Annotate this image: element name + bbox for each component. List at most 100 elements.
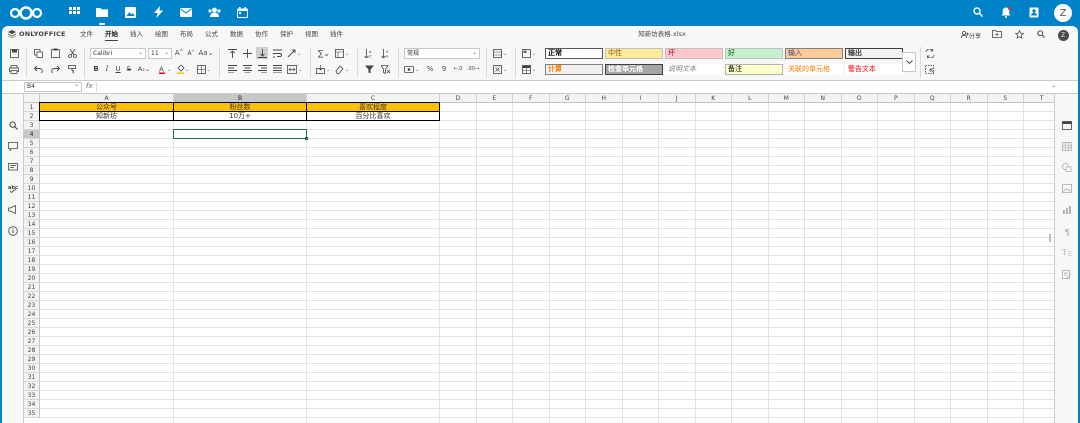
row-header[interactable]: 16 [24,238,40,247]
row-header[interactable]: 25 [24,319,40,328]
app-photos[interactable] [116,0,144,26]
fill-color-button[interactable]: ⌄ [176,63,192,75]
copy-button[interactable] [32,47,44,59]
column-header[interactable]: I [622,94,659,103]
paste-button[interactable] [49,47,61,59]
cell-style-item[interactable]: 警告文本 [845,64,903,75]
align-middle-button[interactable] [241,47,253,59]
column-header[interactable]: O [841,94,878,103]
ribbon-tab[interactable]: 文件 [74,26,99,44]
row-header[interactable]: 10 [24,184,40,193]
row-header[interactable]: 14 [24,220,40,229]
row-header[interactable]: 34 [24,400,40,409]
autosum-button[interactable]: ∑⌄ [316,47,332,59]
cell-style-item[interactable]: 输入 [785,48,843,59]
favorite-button[interactable] [1008,26,1030,44]
cell-style-item[interactable]: 中性 [605,48,663,59]
column-header[interactable]: J [659,94,696,103]
column-header[interactable]: K [695,94,732,103]
row-header[interactable]: 27 [24,337,40,346]
cell-style-item[interactable]: 好 [725,48,783,59]
font-size-combo[interactable]: 11 [148,48,172,59]
cell-style-item[interactable]: 坏 [665,48,723,59]
row-header[interactable]: 30 [24,364,40,373]
decrease-decimal-button[interactable]: ←.0 [452,63,464,75]
cell-style-item[interactable]: 正常 [545,48,603,59]
ribbon-tab[interactable]: 视图 [299,26,324,44]
align-left-button[interactable] [226,63,238,75]
decrease-font-button[interactable]: A˅ [185,47,197,59]
row-header[interactable]: 24 [24,310,40,319]
column-header[interactable]: F [513,94,550,103]
save-button[interactable] [8,47,20,59]
percent-button[interactable]: % [424,63,436,75]
row-header[interactable]: 21 [24,283,40,292]
cell-style-item[interactable]: 说明文本 [665,64,723,75]
ribbon-tab[interactable]: 公式 [199,26,224,44]
clear-filter-button[interactable] [380,63,392,75]
row-header[interactable]: 8 [24,166,40,175]
text-orientation-button[interactable]: ⌄ [286,47,304,59]
cell-style-item[interactable]: 关联的单元格 [785,64,843,75]
ribbon-tab[interactable]: 开始 [99,26,124,44]
app-contacts[interactable] [200,0,228,26]
align-bottom-button[interactable] [256,47,268,59]
shape-settings-button[interactable] [1061,162,1073,174]
insert-function-button[interactable]: fx [86,82,93,90]
named-ranges-button[interactable]: ⌄ [334,47,352,59]
undo-button[interactable] [32,63,44,75]
subscript-button[interactable]: A₂⌄ [136,63,152,75]
cell-settings-button[interactable] [1061,120,1073,132]
select-all-button[interactable] [924,63,936,75]
replace-button[interactable] [924,47,936,59]
row-header[interactable]: 13 [24,211,40,220]
about-panel-button[interactable] [7,226,19,238]
contacts-menu-button[interactable] [1020,0,1048,26]
cell-style-item[interactable]: 备注 [725,64,783,75]
signature-settings-button[interactable] [1061,269,1073,281]
notifications-button[interactable] [992,0,1020,26]
row-header[interactable]: 33 [24,391,40,400]
format-as-table-button[interactable]: ⌄ [521,63,539,75]
row-header[interactable]: 1 [24,103,40,112]
font-name-combo[interactable]: Calibri [90,48,146,59]
ribbon-tab[interactable]: 布局 [174,26,199,44]
row-header[interactable]: 26 [24,328,40,337]
image-settings-button[interactable] [1061,183,1073,195]
row-header[interactable]: 5 [24,139,40,148]
app-files[interactable] [88,0,116,26]
row-header[interactable]: 15 [24,229,40,238]
chart-settings-button[interactable] [1061,204,1073,216]
editor-user-avatar[interactable]: Z [1052,26,1074,44]
row-header[interactable]: 32 [24,382,40,391]
cut-button[interactable] [66,47,78,59]
row-header[interactable]: 20 [24,274,40,283]
conditional-formatting-button[interactable]: ⌄ [521,47,539,59]
row-header[interactable]: 17 [24,247,40,256]
fill-button[interactable]: ⌄ [316,63,332,75]
user-avatar[interactable]: Z [1054,4,1072,22]
row-header[interactable]: 2 [24,112,40,121]
column-header[interactable]: G [549,94,586,103]
nextcloud-logo[interactable] [8,5,44,21]
copy-style-button[interactable] [66,63,78,75]
borders-button[interactable]: ⌄ [196,63,212,75]
filter-button[interactable] [363,63,375,75]
row-header[interactable]: 28 [24,346,40,355]
app-mail[interactable] [172,0,200,26]
ribbon-tab[interactable]: 插入 [124,26,149,44]
cell[interactable]: 百分比喜欢 [306,111,440,121]
wrap-text-button[interactable] [271,47,283,59]
styles-expand-button[interactable] [902,52,916,72]
ribbon-tab[interactable]: 保护 [274,26,299,44]
chat-panel-button[interactable] [7,162,19,174]
name-box[interactable]: B4 [24,81,82,92]
select-all-corner[interactable] [24,94,40,103]
vertical-scrollbar[interactable] [1048,94,1052,423]
sort-descending-button[interactable]: ZA [380,47,392,59]
expand-formula-bar-button[interactable]: ⌄ [1051,82,1056,89]
clear-button[interactable]: ⌄ [334,63,352,75]
find-panel-button[interactable] [7,120,19,132]
column-header[interactable]: M [768,94,805,103]
insert-cells-button[interactable]: ⌄ [492,47,510,59]
